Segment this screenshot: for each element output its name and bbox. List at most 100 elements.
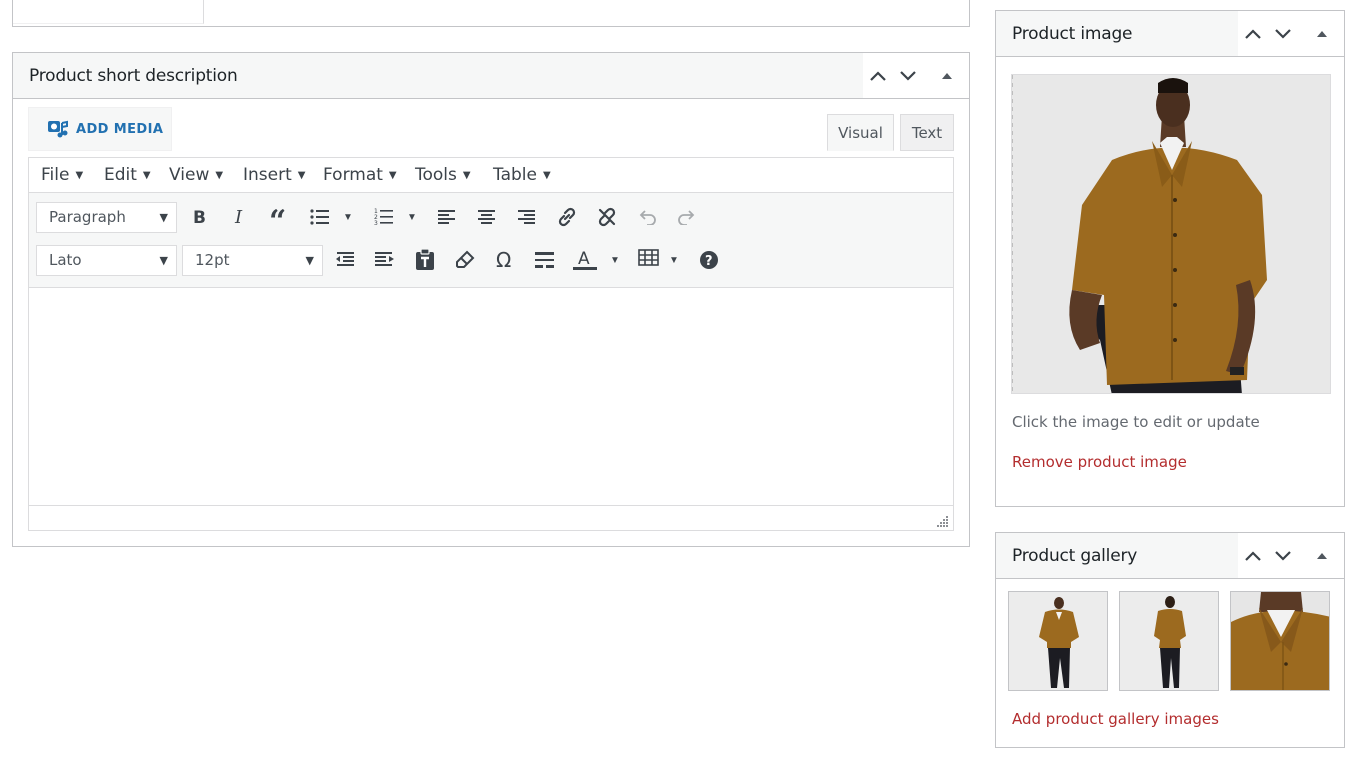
bullet-list-button[interactable] [305,202,335,232]
gallery-thumbnail-front[interactable] [1008,591,1108,691]
remove-product-image-link[interactable]: Remove product image [1012,453,1187,471]
editor-menubar: File ▼ Edit ▼ View ▼ Insert ▼ Format ▼ Tools ▼… [29,158,953,193]
paste-text-button[interactable] [410,245,440,275]
menu-format[interactable]: Format ▼ [323,165,397,185]
redo-icon [678,210,695,225]
caret-down-icon: ▼ [343,211,353,223]
triangle-up-icon [1317,553,1327,559]
menu-insert[interactable]: Insert ▼ [243,165,305,185]
svg-text:?: ? [705,254,713,269]
product-image-title: Product image [1012,24,1133,44]
menu-tools[interactable]: Tools ▼ [415,165,471,185]
bullet-list-icon [310,209,329,225]
menu-insert-label: Insert [243,165,292,185]
move-up-button[interactable] [1240,543,1266,569]
caret-down-icon: ▼ [142,170,151,181]
panel-handle-actions [1238,533,1344,578]
align-left-icon [438,210,455,224]
toggle-panel-button[interactable] [1309,21,1335,47]
help-button[interactable]: ? [694,245,724,275]
chevron-down-icon [900,71,916,81]
move-down-button[interactable] [1270,543,1296,569]
menu-file-label: File [41,165,70,185]
caret-down-icon: ▼ [542,170,551,181]
link-icon [558,207,576,227]
add-media-button[interactable]: ADD MEDIA [28,107,172,151]
gallery-thumbnail-back[interactable] [1119,591,1219,691]
triangle-up-icon [1317,31,1327,37]
short-description-panel: Product short description ADD MEDIA Visu… [12,52,970,547]
clear-formatting-button[interactable] [450,245,480,275]
gallery-thumbnail-detail[interactable] [1230,591,1330,691]
italic-icon: I [234,208,243,226]
tab-visual[interactable]: Visual [827,114,894,151]
font-size-select[interactable]: 12pt ▼ [182,245,323,276]
add-media-label: ADD MEDIA [76,121,164,137]
short-description-header: Product short description [13,53,969,99]
bold-button[interactable]: B [185,202,215,232]
product-image-panel: Product image Click the image to edit or… [995,10,1345,507]
indent-button[interactable] [370,245,400,275]
model-in-shirt-image [1012,75,1330,393]
bullet-list-options[interactable]: ▼ [341,202,355,232]
move-up-button[interactable] [865,63,891,89]
product-image-header: Product image [996,11,1344,57]
toggle-panel-button[interactable] [1309,543,1335,569]
previous-panel-bottom [12,0,970,27]
add-media-icon [48,120,68,138]
menu-format-label: Format [323,165,383,185]
tab-text[interactable]: Text [900,114,954,151]
editor-statusbar [29,506,953,530]
insert-table-button[interactable] [634,243,664,273]
align-right-button[interactable] [512,202,542,232]
menu-table-label: Table [493,165,537,185]
svg-text:A: A [578,249,590,269]
special-character-button[interactable]: Ω [490,245,520,275]
caret-down-icon: ▼ [75,170,84,181]
insert-link-button[interactable] [552,202,582,232]
align-right-icon [518,210,535,224]
move-up-button[interactable] [1240,21,1266,47]
outdent-button[interactable] [330,245,360,275]
menu-file[interactable]: File ▼ [41,165,83,185]
numbered-list-options[interactable]: ▼ [405,202,419,232]
editor-content-area[interactable] [29,289,953,506]
menu-edit[interactable]: Edit ▼ [104,165,151,185]
add-gallery-images-link[interactable]: Add product gallery images [1012,710,1219,728]
table-options[interactable]: ▼ [667,245,681,275]
product-image-hint: Click the image to edit or update [1012,413,1260,431]
resize-handle-icon[interactable] [937,515,949,527]
product-image-photo[interactable] [1011,74,1331,394]
font-family-select[interactable]: Lato ▼ [36,245,177,276]
move-down-button[interactable] [1270,21,1296,47]
panel-handle-actions [863,53,969,98]
menu-table[interactable]: Table ▼ [493,165,551,185]
menu-tools-label: Tools [415,165,457,185]
table-icon [638,249,659,266]
remove-link-button[interactable] [592,202,622,232]
align-center-button[interactable] [472,202,502,232]
menu-view[interactable]: View ▼ [169,165,223,185]
blockquote-button[interactable]: “ [265,202,295,232]
chevron-up-icon [1245,551,1261,561]
undo-icon [639,210,656,225]
align-left-button[interactable] [432,202,462,232]
numbered-list-button[interactable]: 123 [369,202,399,232]
move-down-button[interactable] [895,63,921,89]
model-back-image [1120,592,1218,690]
previous-panel-tab [13,0,204,24]
block-format-select[interactable]: Paragraph ▼ [36,202,177,233]
paste-text-icon [416,249,434,270]
undo-button[interactable] [632,202,662,232]
editor-toolbar: Paragraph ▼ B I “ ▼ 123 ▼ [29,193,953,288]
redo-button[interactable] [672,202,702,232]
text-color-options[interactable]: ▼ [608,245,622,275]
toggle-panel-button[interactable] [934,63,960,89]
text-color-button[interactable]: A [570,245,600,275]
outdent-icon [336,252,354,266]
italic-button[interactable]: I [225,202,255,232]
horizontal-line-button[interactable] [530,245,560,275]
rich-text-editor: File ▼ Edit ▼ View ▼ Insert ▼ Format ▼ Tools ▼… [28,157,954,531]
align-center-icon [478,210,495,224]
menu-view-label: View [169,165,210,185]
